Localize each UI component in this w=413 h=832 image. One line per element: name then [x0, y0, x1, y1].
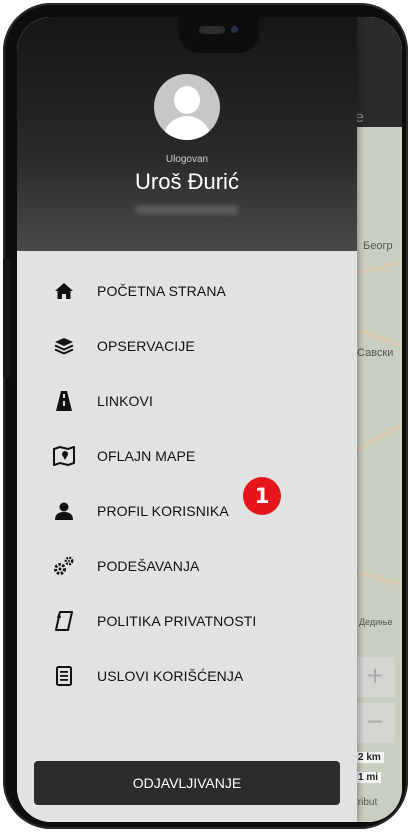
drawer-header: Ulogovan Uroš Đurić [17, 17, 357, 251]
menu-item-observations[interactable]: OPSERVACIJE [17, 324, 357, 368]
avatar[interactable] [154, 74, 220, 140]
annotation-badge: 1 [243, 477, 281, 515]
menu-item-label: PODEŠAVANJA [97, 558, 200, 574]
road-icon [53, 390, 75, 412]
map-label: Беогр [363, 240, 393, 252]
map-attribution[interactable]: tribut [355, 797, 377, 808]
side-button [3, 258, 11, 378]
home-icon [53, 280, 75, 302]
map-road [352, 569, 402, 588]
screen: e Беогр Савски Дедиње + − 2 km 1 mi trib… [17, 17, 402, 822]
zoom-out-button[interactable]: − [355, 703, 395, 743]
menu-item-label: PROFIL KORISNIKA [97, 503, 229, 519]
menu-item-user-profile[interactable]: PROFIL KORISNIKA [17, 489, 357, 533]
zoom-in-button[interactable]: + [355, 657, 395, 697]
menu-item-offline-maps[interactable]: OFLAJN MAPE [17, 434, 357, 478]
phone-frame: e Беогр Савски Дедиње + − 2 km 1 mi trib… [3, 3, 408, 829]
logout-button[interactable]: ODJAVLJIVANJE [34, 761, 340, 805]
notch [179, 17, 259, 53]
camera [231, 26, 238, 33]
list-icon [53, 665, 75, 687]
map-road [357, 328, 402, 349]
map-road [350, 422, 402, 456]
document-icon [53, 610, 75, 632]
avatar-body [163, 116, 211, 140]
map-pin-icon [53, 445, 75, 467]
menu-item-settings[interactable]: PODEŠAVANJA [17, 544, 357, 588]
speaker [199, 26, 225, 34]
menu-item-privacy-policy[interactable]: POLITIKA PRIVATNOSTI [17, 599, 357, 643]
avatar-head [174, 86, 200, 114]
scale-mi: 1 mi [355, 772, 382, 783]
menu-item-label: USLOVI KORIŠĆENJA [97, 668, 244, 684]
user-icon [53, 500, 75, 522]
menu-item-label: OFLAJN MAPE [97, 448, 196, 464]
menu-item-label: POČETNA STRANA [97, 283, 226, 299]
menu-item-home[interactable]: POČETNA STRANA [17, 269, 357, 313]
login-status-label: Ulogovan [165, 154, 209, 165]
layers-icon [53, 335, 75, 357]
menu-item-terms-of-use[interactable]: USLOVI KORIŠĆENJA [17, 654, 357, 698]
map-label: Дедиње [359, 617, 393, 627]
menu-item-links[interactable]: LINKOVI [17, 379, 357, 423]
user-name: Uroš Đurić [135, 169, 239, 194]
menu-item-label: OPSERVACIJE [97, 338, 195, 354]
user-email-blurred [135, 205, 239, 215]
navigation-drawer: Ulogovan Uroš Đurić POČETNA STRANA OPSER… [17, 17, 357, 822]
gears-icon [53, 555, 75, 577]
scale-km: 2 km [355, 752, 384, 763]
map-label: Савски [357, 347, 394, 359]
menu-item-label: POLITIKA PRIVATNOSTI [97, 613, 257, 629]
menu-item-label: LINKOVI [97, 393, 153, 409]
